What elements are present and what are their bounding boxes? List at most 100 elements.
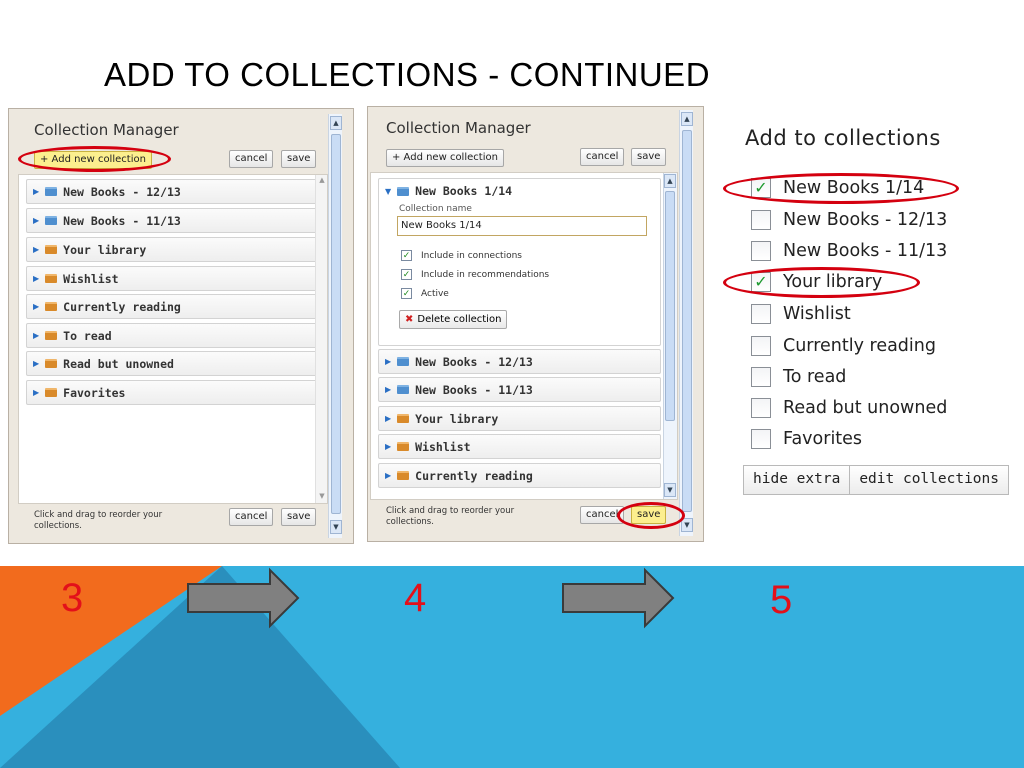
list-item[interactable]: ▶ New Books - 11/13 bbox=[26, 208, 318, 233]
expanded-header[interactable]: ▼ New Books 1/14 bbox=[385, 184, 512, 198]
save-button[interactable]: save bbox=[281, 150, 317, 168]
checkbox[interactable]: ✓ bbox=[401, 269, 412, 280]
collection-option-label: Favorites bbox=[783, 429, 863, 449]
expand-arrow-icon[interactable]: ▶ bbox=[33, 216, 39, 225]
folder-icon bbox=[397, 357, 410, 366]
list-item-label: New Books - 11/13 bbox=[415, 382, 533, 397]
add-new-collection-button[interactable]: + Add new collection bbox=[386, 149, 504, 167]
panel-scrollbar[interactable]: ▲ ▼ bbox=[328, 114, 342, 538]
save-button[interactable]: save bbox=[631, 148, 667, 166]
expand-arrow-icon[interactable]: ▶ bbox=[33, 388, 39, 397]
checkbox[interactable]: ✓ bbox=[401, 288, 412, 299]
step-number: 3 bbox=[61, 576, 84, 620]
collapse-arrow-icon[interactable]: ▼ bbox=[385, 187, 391, 196]
expand-arrow-icon[interactable]: ▶ bbox=[33, 302, 39, 311]
list-item[interactable]: ▶ To read bbox=[26, 323, 318, 348]
collection-name-input[interactable]: New Books 1/14 bbox=[397, 216, 647, 236]
folder-icon bbox=[45, 187, 58, 196]
folder-icon bbox=[45, 302, 58, 311]
folder-icon bbox=[397, 186, 410, 196]
step-number: 5 bbox=[770, 578, 793, 622]
scroll-up-icon[interactable]: ▲ bbox=[664, 174, 676, 188]
list-item[interactable]: ▶ Your library bbox=[26, 237, 318, 262]
scroll-thumb[interactable] bbox=[682, 130, 692, 512]
collection-option[interactable]: New Books - 12/13 bbox=[751, 210, 947, 230]
option-label: Include in connections bbox=[421, 250, 522, 261]
collection-option[interactable]: New Books - 11/13 bbox=[751, 241, 947, 261]
checkbox[interactable] bbox=[751, 336, 771, 356]
collection-option[interactable]: Read but unowned bbox=[751, 398, 947, 418]
scroll-thumb[interactable] bbox=[331, 134, 341, 514]
list-item[interactable]: ▶ Currently reading bbox=[378, 463, 661, 488]
collection-option[interactable]: To read bbox=[751, 367, 846, 387]
expand-arrow-icon[interactable]: ▶ bbox=[385, 442, 391, 451]
list-item[interactable]: ▶ Read but unowned bbox=[26, 351, 318, 376]
expand-arrow-icon[interactable]: ▶ bbox=[385, 471, 391, 480]
footer-cancel-button[interactable]: cancel bbox=[229, 508, 274, 526]
delete-label: Delete collection bbox=[417, 314, 502, 325]
expand-arrow-icon[interactable]: ▶ bbox=[385, 385, 391, 394]
list-item[interactable]: ▶ Wishlist bbox=[26, 266, 318, 291]
collection-option[interactable]: Currently reading bbox=[751, 336, 936, 356]
scroll-up-icon[interactable]: ▲ bbox=[330, 116, 342, 130]
checkbox[interactable] bbox=[751, 304, 771, 324]
panel-scrollbar[interactable]: ▲ ▼ bbox=[679, 110, 693, 536]
option-row[interactable]: ✓ Include in connections bbox=[401, 250, 522, 261]
checkbox[interactable] bbox=[751, 367, 771, 387]
list-item[interactable]: ▶ Favorites bbox=[26, 380, 318, 405]
expand-arrow-icon[interactable]: ▶ bbox=[33, 274, 39, 283]
collection-option-label: New Books - 11/13 bbox=[783, 241, 948, 261]
collection-option[interactable]: Wishlist bbox=[751, 304, 851, 324]
list-item[interactable]: ▶ New Books - 11/13 bbox=[378, 377, 661, 402]
list-item[interactable]: ▶ Your library bbox=[378, 406, 661, 431]
scroll-down-icon[interactable]: ▼ bbox=[664, 483, 676, 497]
step-number: 4 bbox=[404, 576, 427, 620]
list-item[interactable]: ▶ New Books - 12/13 bbox=[378, 349, 661, 374]
scroll-up-icon[interactable]: ▲ bbox=[317, 176, 327, 186]
folder-icon bbox=[45, 274, 58, 283]
expand-arrow-icon[interactable]: ▶ bbox=[33, 359, 39, 368]
list-item-label: Read but unowned bbox=[63, 356, 174, 371]
checkbox[interactable] bbox=[751, 429, 771, 449]
footer-save-button[interactable]: save bbox=[281, 508, 317, 526]
option-label: Include in recommendations bbox=[421, 269, 550, 280]
edit-collections-button[interactable]: edit collections bbox=[849, 466, 1008, 494]
scroll-thumb[interactable] bbox=[665, 191, 675, 421]
collection-list: ▶ New Books - 12/13 ▶ New Books - 11/13 ▶ Y… bbox=[18, 174, 328, 504]
list-item-label: To read bbox=[63, 328, 112, 343]
list-item-label: New Books - 12/13 bbox=[415, 354, 533, 369]
checkbox[interactable] bbox=[751, 241, 771, 261]
scroll-down-icon[interactable]: ▼ bbox=[330, 520, 342, 534]
collection-option-label: Wishlist bbox=[783, 304, 851, 324]
add-to-collections-title: Add to collections bbox=[745, 126, 941, 150]
list-item[interactable]: ▶ Wishlist bbox=[378, 434, 661, 459]
cancel-button[interactable]: cancel bbox=[580, 148, 625, 166]
collection-actions: hide extra edit collections bbox=[743, 465, 1009, 495]
checkbox[interactable]: ✓ bbox=[401, 250, 412, 261]
checkbox[interactable] bbox=[751, 398, 771, 418]
inner-scrollbar[interactable]: ▲ ▼ bbox=[663, 173, 677, 499]
expand-arrow-icon[interactable]: ▶ bbox=[33, 187, 39, 196]
expand-arrow-icon[interactable]: ▶ bbox=[385, 357, 391, 366]
checkbox[interactable] bbox=[751, 210, 771, 230]
expand-arrow-icon[interactable]: ▶ bbox=[33, 245, 39, 254]
collection-list: ▼ New Books 1/14 Collection name New Book… bbox=[370, 172, 678, 500]
list-item-label: Currently reading bbox=[415, 468, 533, 483]
hide-extra-button[interactable]: hide extra bbox=[744, 466, 850, 494]
list-item[interactable]: ▶ New Books - 12/13 bbox=[26, 179, 318, 204]
collection-name-label: Collection name bbox=[399, 204, 472, 214]
expand-arrow-icon[interactable]: ▶ bbox=[385, 414, 391, 423]
collection-option[interactable]: Favorites bbox=[751, 429, 862, 449]
delete-icon: ✖ bbox=[405, 314, 414, 325]
option-row[interactable]: ✓ Include in recommendations bbox=[401, 269, 549, 280]
inner-scrollbar[interactable]: ▲ ▼ bbox=[315, 175, 327, 503]
option-row[interactable]: ✓ Active bbox=[401, 288, 449, 299]
expanded-label: New Books 1/14 bbox=[415, 184, 513, 198]
folder-icon bbox=[45, 245, 58, 254]
list-item[interactable]: ▶ Currently reading bbox=[26, 294, 318, 319]
scroll-up-icon[interactable]: ▲ bbox=[681, 112, 693, 126]
scroll-down-icon[interactable]: ▼ bbox=[317, 492, 327, 502]
expand-arrow-icon[interactable]: ▶ bbox=[33, 331, 39, 340]
cancel-button[interactable]: cancel bbox=[229, 150, 274, 168]
delete-collection-button[interactable]: ✖ Delete collection bbox=[399, 310, 508, 329]
